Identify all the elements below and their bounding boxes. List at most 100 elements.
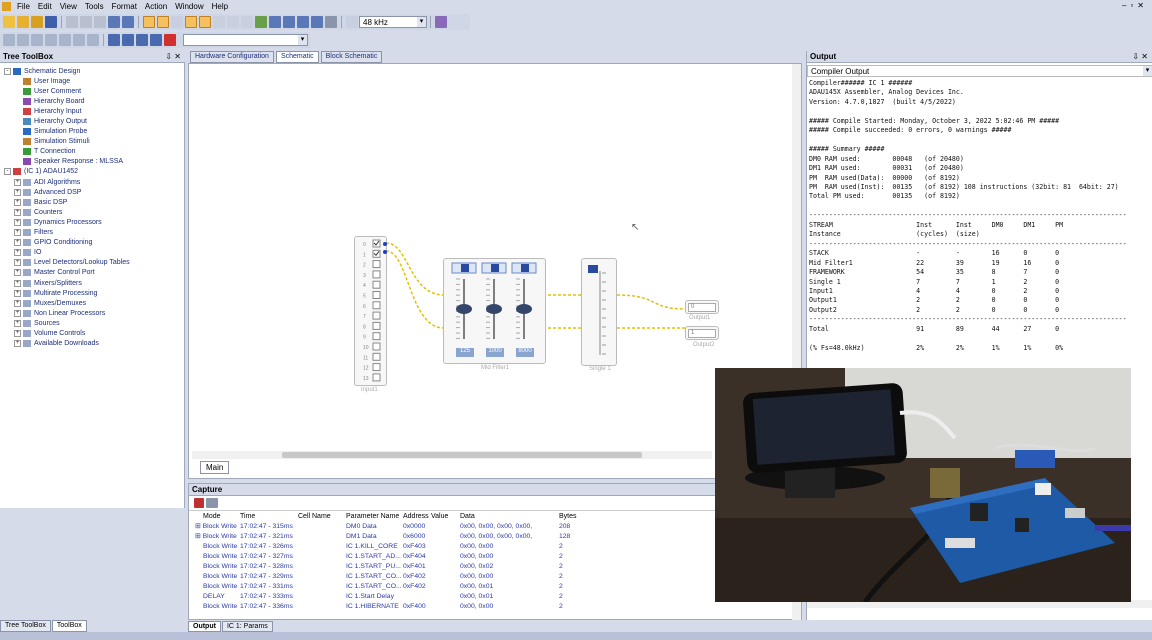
expand-icon[interactable]: + bbox=[14, 259, 21, 267]
wire-icon[interactable] bbox=[213, 16, 225, 28]
tab-output[interactable]: Output bbox=[188, 621, 221, 632]
menu-view[interactable]: View bbox=[56, 2, 81, 11]
expand-icon[interactable]: + bbox=[14, 329, 21, 337]
grid-icon[interactable] bbox=[185, 16, 197, 28]
align-right-icon[interactable] bbox=[136, 34, 148, 46]
mid-filter-block[interactable]: 125 1000 8000 bbox=[443, 258, 546, 364]
tab-tree-toolbox[interactable]: Tree ToolBox bbox=[0, 620, 51, 632]
menu-file[interactable]: File bbox=[13, 2, 34, 11]
format-icon-7[interactable] bbox=[87, 34, 99, 46]
link-compile-download-icon[interactable] bbox=[297, 16, 309, 28]
capture-row[interactable]: Block Write 17:02:47 - 336ms IC 1.HIBERNAT… bbox=[189, 602, 801, 612]
output2-block[interactable]: 1 bbox=[685, 326, 719, 340]
clear-capture-icon[interactable] bbox=[194, 498, 204, 508]
tab-ic1-params[interactable]: IC 1: Params bbox=[221, 621, 273, 632]
add-icon[interactable] bbox=[164, 34, 176, 46]
tree-item[interactable]: + Mixers/Splitters bbox=[0, 278, 184, 288]
format-icon-4[interactable] bbox=[45, 34, 57, 46]
capture-options-icon[interactable] bbox=[206, 498, 218, 508]
output1-block[interactable]: 0 bbox=[685, 300, 719, 314]
tree-item[interactable]: + Dynamics Processors bbox=[0, 217, 184, 227]
align-center-icon[interactable] bbox=[122, 34, 134, 46]
copy-icon[interactable] bbox=[80, 16, 92, 28]
tree-item[interactable]: + Sources bbox=[0, 318, 184, 328]
align-top-icon[interactable] bbox=[150, 34, 162, 46]
menu-tools[interactable]: Tools bbox=[81, 2, 108, 11]
paste-icon[interactable] bbox=[94, 16, 106, 28]
tree-item[interactable]: + Available Downloads bbox=[0, 339, 184, 349]
menu-action[interactable]: Action bbox=[141, 2, 171, 11]
expand-icon[interactable]: + bbox=[14, 249, 21, 257]
input1-block[interactable]: 0 1 2 3 4 5 6 7 8 9 10 11 12 13 bbox=[354, 236, 387, 386]
freq-8000-button[interactable]: 8000 bbox=[516, 348, 534, 357]
tree-item[interactable]: + Basic DSP bbox=[0, 197, 184, 207]
collapse-icon[interactable]: - bbox=[4, 168, 11, 176]
tab-schematic[interactable]: Schematic bbox=[275, 51, 319, 63]
output-source-select[interactable]: Compiler Output ▾ bbox=[807, 65, 1152, 77]
capture-row[interactable]: ⊞ Block Write 17:02:47 - 321ms DM1 Data 0x6… bbox=[189, 531, 801, 541]
canvas-horizontal-scrollbar[interactable] bbox=[192, 451, 712, 459]
align-left-icon[interactable] bbox=[108, 34, 120, 46]
menu-window[interactable]: Window bbox=[171, 2, 207, 11]
select-tool-icon[interactable] bbox=[143, 16, 155, 28]
expand-icon[interactable]: + bbox=[14, 188, 21, 196]
expand-icon[interactable]: + bbox=[14, 178, 21, 186]
expand-icon[interactable]: + bbox=[14, 289, 21, 297]
expand-icon[interactable]: + bbox=[14, 269, 21, 277]
tree-item[interactable]: + IO bbox=[0, 248, 184, 258]
tree-item[interactable]: + ADI Algorithms bbox=[0, 177, 184, 187]
tree-item[interactable]: + Filters bbox=[0, 228, 184, 238]
capture-row[interactable]: Block Write 17:02:47 - 331ms IC 1.START_CO… bbox=[189, 582, 801, 592]
settings-icon[interactable] bbox=[435, 16, 447, 28]
freq-125-button[interactable]: 125 bbox=[456, 348, 474, 357]
tree-item[interactable]: + Counters bbox=[0, 207, 184, 217]
open-folder-icon[interactable] bbox=[17, 16, 29, 28]
format-icon-6[interactable] bbox=[73, 34, 85, 46]
capture-row[interactable]: Block Write 17:02:47 - 329ms IC 1.START_CO… bbox=[189, 571, 801, 581]
capture-row[interactable]: DELAY 17:02:47 - 333ms IC 1.Start Delay 0x0… bbox=[189, 592, 801, 602]
tree-item[interactable]: Hierarchy Output bbox=[0, 116, 184, 126]
capture-row[interactable]: ⊞ Block Write 17:02:47 - 315ms DM0 Data 0x0… bbox=[189, 521, 801, 531]
expand-icon[interactable]: + bbox=[14, 340, 21, 348]
capture-row[interactable]: Block Write 17:02:47 - 328ms IC 1.START_PU… bbox=[189, 561, 801, 571]
hierarchy-icon[interactable] bbox=[325, 16, 337, 28]
tab-block-schematic[interactable]: Block Schematic bbox=[320, 51, 383, 63]
tree-item[interactable]: Speaker Response : MLSSA bbox=[0, 157, 184, 167]
sample-rate-select[interactable]: 48 kHz ▾ bbox=[359, 16, 427, 28]
output1-select[interactable]: 0 bbox=[688, 303, 716, 312]
tab-hardware-configuration[interactable]: Hardware Configuration bbox=[190, 51, 274, 63]
tree-item[interactable]: + Level Detectors/Lookup Tables bbox=[0, 258, 184, 268]
download-icon[interactable] bbox=[283, 16, 295, 28]
expand-icon[interactable]: + bbox=[14, 309, 21, 317]
tree-item[interactable]: User Image bbox=[0, 76, 184, 86]
new-file-icon[interactable] bbox=[3, 16, 15, 28]
save-eeprom-icon[interactable] bbox=[311, 16, 323, 28]
tree-item[interactable]: T Connection bbox=[0, 147, 184, 157]
schematic-canvas[interactable]: 0 1 2 3 4 5 6 7 8 9 10 11 12 13 Input1 125 1000 8000 … bbox=[188, 63, 802, 479]
undo-icon[interactable] bbox=[108, 16, 120, 28]
expand-icon[interactable]: + bbox=[14, 239, 21, 247]
expand-icon[interactable]: + bbox=[14, 299, 21, 307]
expand-icon[interactable]: + bbox=[14, 319, 21, 327]
expand-icon[interactable]: + bbox=[14, 279, 21, 287]
tree-item[interactable]: + Volume Controls bbox=[0, 328, 184, 338]
tree-item[interactable]: Hierarchy Input bbox=[0, 106, 184, 116]
output-pin-close-icon[interactable]: ⇩ ✕ bbox=[1132, 52, 1148, 61]
panel-pin-close-icon[interactable]: ⇩ ✕ bbox=[165, 52, 181, 61]
expand-icon[interactable]: + bbox=[14, 208, 21, 216]
collapse-icon[interactable]: - bbox=[4, 67, 11, 75]
format-icon-3[interactable] bbox=[31, 34, 43, 46]
tree-item[interactable]: + GPIO Conditioning bbox=[0, 238, 184, 248]
tree-item[interactable]: + Non Linear Processors bbox=[0, 308, 184, 318]
redo-icon[interactable] bbox=[122, 16, 134, 28]
expand-icon[interactable]: + bbox=[14, 229, 21, 237]
open-icon[interactable] bbox=[31, 16, 43, 28]
compile-icon[interactable] bbox=[269, 16, 281, 28]
tab-toolbox[interactable]: ToolBox bbox=[51, 620, 87, 632]
tree-item[interactable]: - Schematic Design bbox=[0, 66, 184, 76]
tree-item[interactable]: + Advanced DSP bbox=[0, 187, 184, 197]
distribute-icon[interactable] bbox=[241, 16, 253, 28]
snap-icon[interactable] bbox=[199, 16, 211, 28]
tree-item[interactable]: Simulation Probe bbox=[0, 127, 184, 137]
tree-item[interactable]: + Muxes/Demuxes bbox=[0, 298, 184, 308]
